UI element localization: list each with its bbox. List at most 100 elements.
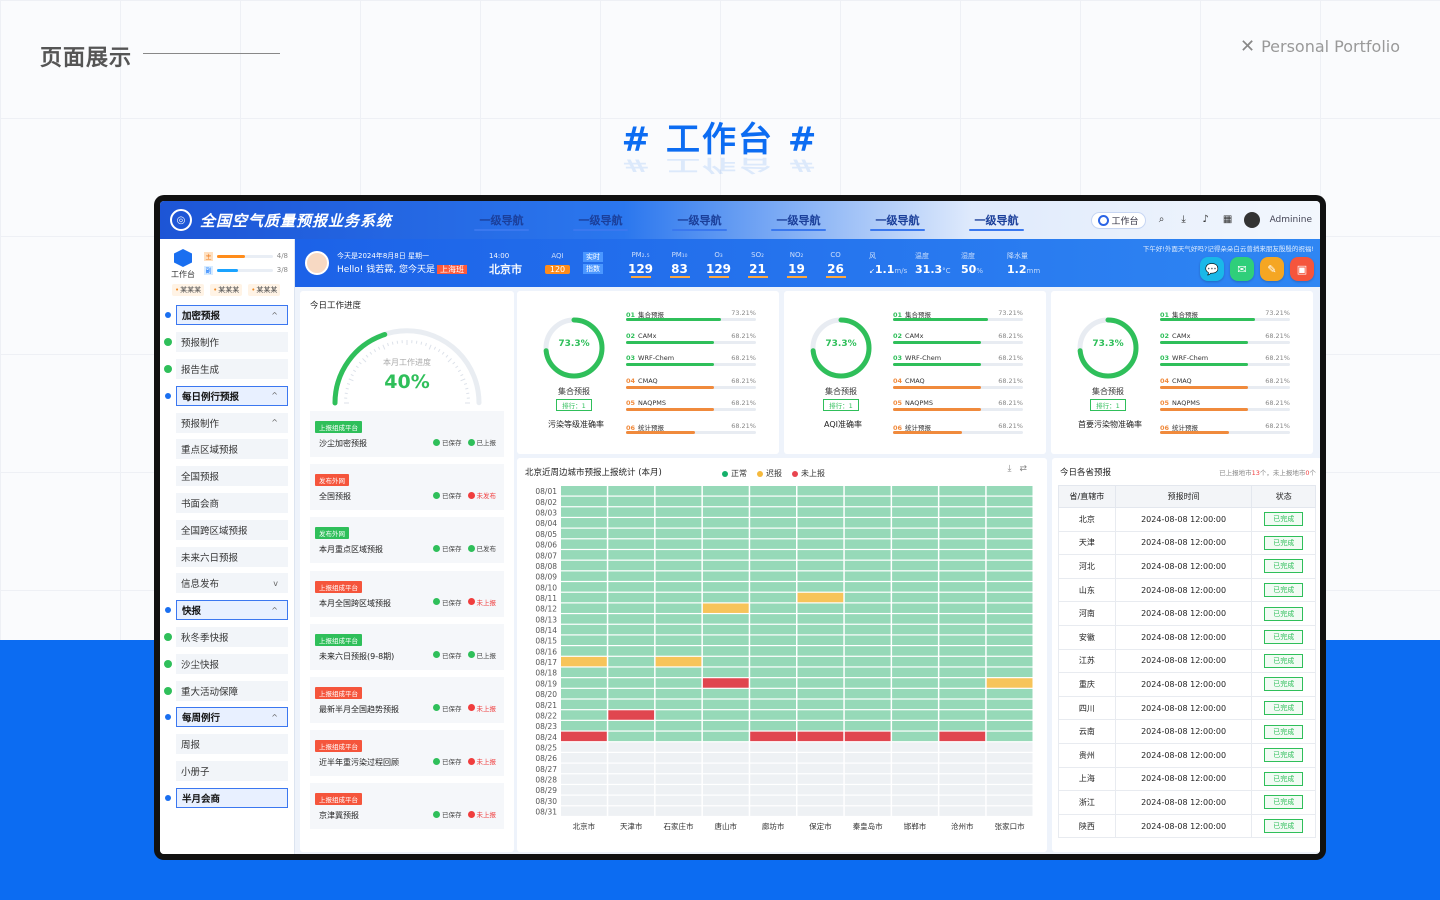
heatmap-cell[interactable] xyxy=(939,550,986,560)
chevron-down-icon[interactable]: v xyxy=(273,579,278,588)
heatmap-cell[interactable] xyxy=(655,753,702,763)
table-row[interactable]: 陕西 2024-08-08 12:00:00 已完成 xyxy=(1058,813,1316,839)
heatmap-cell[interactable] xyxy=(702,785,749,795)
mail-icon[interactable]: ✉ xyxy=(1230,257,1254,281)
heatmap-cell[interactable] xyxy=(797,763,844,774)
heatmap-cell[interactable] xyxy=(797,753,844,763)
heatmap-cell[interactable] xyxy=(797,582,844,592)
heatmap-cell[interactable] xyxy=(561,528,607,539)
heatmap-cell[interactable] xyxy=(939,731,986,742)
heatmap-cell[interactable] xyxy=(750,646,796,656)
table-row[interactable]: 北京 2024-08-08 12:00:00 已完成 xyxy=(1058,507,1316,532)
heatmap-cell[interactable] xyxy=(655,550,702,560)
heatmap-cell[interactable] xyxy=(655,795,702,806)
heatmap-cell[interactable] xyxy=(797,795,844,806)
heatmap-cell[interactable] xyxy=(986,699,1033,710)
task-item[interactable]: 上报组成平台 最新半月全国趋势预报 已保存 未上报 xyxy=(310,676,504,723)
heatmap-cell[interactable] xyxy=(986,731,1033,742)
heatmap-cell[interactable] xyxy=(892,624,938,635)
heatmap-cell[interactable] xyxy=(608,486,655,496)
heatmap-cell[interactable] xyxy=(892,507,938,517)
heatmap-cell[interactable] xyxy=(608,614,655,624)
heatmap-cell[interactable] xyxy=(702,635,749,645)
sidebar-item[interactable]: 全国预报 xyxy=(164,463,288,490)
heatmap-cell[interactable] xyxy=(844,582,891,592)
model-row[interactable]: 06 统计预报 68.21% xyxy=(626,422,756,445)
heatmap-cell[interactable] xyxy=(561,646,607,656)
model-row[interactable]: 04 CMAQ 68.21% xyxy=(893,377,1023,400)
heatmap-cell[interactable] xyxy=(608,720,655,731)
heatmap-cell[interactable] xyxy=(797,774,844,784)
heatmap-cell[interactable] xyxy=(750,763,796,774)
heatmap-cell[interactable] xyxy=(655,742,702,752)
heatmap-cell[interactable] xyxy=(844,795,891,806)
table-row[interactable]: 贵州 2024-08-08 12:00:00 已完成 xyxy=(1058,742,1316,768)
heatmap-cell[interactable] xyxy=(608,699,655,710)
workspace-button[interactable]: 工作台 xyxy=(1090,211,1146,229)
heatmap-cell[interactable] xyxy=(844,635,891,645)
heatmap-cell[interactable] xyxy=(655,592,702,603)
heatmap-cell[interactable] xyxy=(608,560,655,571)
heatmap-cell[interactable] xyxy=(750,496,796,507)
heatmap-cell[interactable] xyxy=(939,753,986,763)
heatmap-cell[interactable] xyxy=(750,550,796,560)
heatmap-cell[interactable] xyxy=(655,496,702,507)
heatmap-cell[interactable] xyxy=(561,753,607,763)
table-row[interactable]: 天津 2024-08-08 12:00:00 已完成 xyxy=(1058,530,1316,556)
heatmap-cell[interactable] xyxy=(750,720,796,731)
heatmap-cell[interactable] xyxy=(702,571,749,581)
heatmap-cell[interactable] xyxy=(986,528,1033,539)
search-icon[interactable]: ⌕ xyxy=(1156,214,1168,226)
heatmap-cell[interactable] xyxy=(986,667,1033,678)
sidebar-item[interactable]: 重点区域预报 xyxy=(164,436,288,463)
heatmap-cell[interactable] xyxy=(844,678,891,688)
heatmap-cell[interactable] xyxy=(939,678,986,688)
task-item[interactable]: 上报组成平台 未来六日预报(9-8期) 已保存 已上报 xyxy=(310,623,504,670)
heatmap-cell[interactable] xyxy=(608,774,655,784)
heatmap-cell[interactable] xyxy=(939,656,986,667)
heatmap-cell[interactable] xyxy=(844,731,891,742)
heatmap-cell[interactable] xyxy=(655,720,702,731)
heatmap-cell[interactable] xyxy=(750,699,796,710)
heatmap-cell[interactable] xyxy=(655,678,702,688)
heatmap-cell[interactable] xyxy=(939,688,986,699)
heatmap-cell[interactable] xyxy=(750,742,796,752)
heatmap-cell[interactable] xyxy=(750,688,796,699)
sidebar-item[interactable]: 小册子 xyxy=(164,758,288,785)
heatmap-cell[interactable] xyxy=(702,592,749,603)
heatmap-cell[interactable] xyxy=(986,688,1033,699)
heatmap-cell[interactable] xyxy=(892,614,938,624)
heatmap-cell[interactable] xyxy=(608,742,655,752)
model-row[interactable]: 01 集合预报 73.21% xyxy=(1160,309,1290,332)
heatmap-cell[interactable] xyxy=(797,603,844,613)
heatmap-cell[interactable] xyxy=(797,646,844,656)
heatmap-cell[interactable] xyxy=(986,774,1033,784)
user-avatar[interactable] xyxy=(1243,212,1260,228)
heatmap-cell[interactable] xyxy=(844,785,891,795)
heatmap-cell[interactable] xyxy=(655,571,702,581)
heatmap-cell[interactable] xyxy=(561,486,607,496)
heatmap-cell[interactable] xyxy=(750,518,796,528)
heatmap-cell[interactable] xyxy=(608,806,655,816)
heatmap-cell[interactable] xyxy=(702,550,749,560)
heatmap-cell[interactable] xyxy=(986,486,1033,496)
heatmap-cell[interactable] xyxy=(608,592,655,603)
heatmap-cell[interactable] xyxy=(750,571,796,581)
heatmap-cell[interactable] xyxy=(655,624,702,635)
heatmap-cell[interactable] xyxy=(892,518,938,528)
heatmap-cell[interactable] xyxy=(892,635,938,645)
realtime-tag[interactable]: 指数 xyxy=(583,264,604,274)
sidebar-item[interactable]: 周报 xyxy=(164,731,288,758)
model-row[interactable]: 01 集合预报 73.21% xyxy=(626,309,756,332)
heatmap-cell[interactable] xyxy=(608,507,655,517)
heatmap-cell[interactable] xyxy=(797,667,844,678)
heatmap-cell[interactable] xyxy=(939,806,986,816)
heatmap-cell[interactable] xyxy=(750,710,796,720)
heatmap-cell[interactable] xyxy=(986,785,1033,795)
heatmap-cell[interactable] xyxy=(655,560,702,571)
heatmap-cell[interactable] xyxy=(750,528,796,539)
heatmap-cell[interactable] xyxy=(939,785,986,795)
table-row[interactable]: 山东 2024-08-08 12:00:00 已完成 xyxy=(1058,577,1316,603)
chevron-up-icon[interactable]: ^ xyxy=(271,311,278,320)
heatmap-cell[interactable] xyxy=(892,806,938,816)
